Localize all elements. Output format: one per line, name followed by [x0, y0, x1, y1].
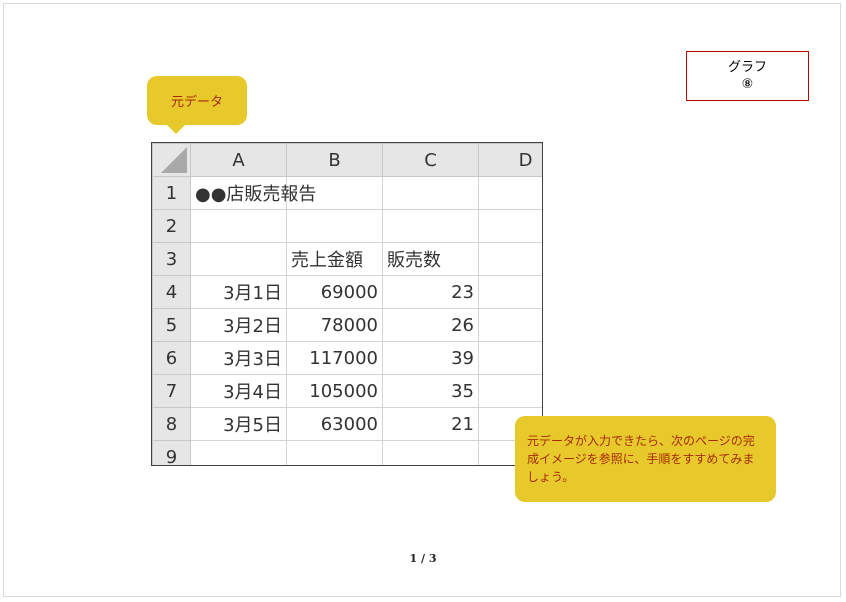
column-header-row: A B C D [152, 143, 542, 177]
table-row: 5 3月2日 78000 26 [152, 308, 542, 342]
cell-d3 [478, 242, 542, 276]
cell-b2 [286, 209, 383, 243]
cell-a1: ●●店販売報告 [190, 176, 316, 210]
table-row: 7 3月4日 105000 35 [152, 374, 542, 408]
cell-b6: 117000 [286, 341, 383, 375]
cell-a9 [190, 440, 287, 465]
title-line2: ⑧ [741, 77, 754, 92]
cell-b3: 売上金額 [286, 242, 383, 276]
cell-d2 [478, 209, 542, 243]
table-row: 8 3月5日 63000 21 [152, 407, 542, 441]
row-header: 8 [152, 407, 191, 441]
table-row: 1 ●●店販売報告 [152, 176, 542, 210]
cell-c8: 21 [382, 407, 479, 441]
cell-c3: 販売数 [382, 242, 479, 276]
title-box: グラフ ⑧ [686, 51, 809, 101]
cell-d7 [478, 374, 542, 408]
row-header: 5 [152, 308, 191, 342]
cell-a7: 3月4日 [190, 374, 287, 408]
page-number: 1 / 3 [409, 552, 437, 565]
cell-b5: 78000 [286, 308, 383, 342]
cell-d5 [478, 308, 542, 342]
row-header: 3 [152, 242, 191, 276]
cell-c4: 23 [382, 275, 479, 309]
cell-c7: 35 [382, 374, 479, 408]
select-all-corner [152, 143, 191, 177]
cell-c2 [382, 209, 479, 243]
table-row: 2 [152, 209, 542, 243]
row-header: 9 [152, 440, 191, 465]
cell-a2 [190, 209, 287, 243]
cell-b7: 105000 [286, 374, 383, 408]
cell-d4 [478, 275, 542, 309]
cell-a5: 3月2日 [190, 308, 287, 342]
cell-b4: 69000 [286, 275, 383, 309]
cell-a6: 3月3日 [190, 341, 287, 375]
callout-source-data: 元データ [147, 76, 247, 134]
row-header: 1 [152, 176, 191, 210]
cell-b9 [286, 440, 383, 465]
cell-a3 [190, 242, 287, 276]
column-header-b: B [286, 143, 383, 177]
row-header: 2 [152, 209, 191, 243]
row-header: 6 [152, 341, 191, 375]
cell-c1 [382, 176, 479, 210]
cell-a4: 3月1日 [190, 275, 287, 309]
table-row: 3 売上金額 販売数 [152, 242, 542, 276]
table-row: 6 3月3日 117000 39 [152, 341, 542, 375]
spreadsheet-grid: A B C D 1 ●●店販売報告 2 3 売上金額 販売数 4 3月1日 69… [152, 143, 542, 465]
column-header-a: A [190, 143, 287, 177]
table-row: 4 3月1日 69000 23 [152, 275, 542, 309]
cell-c9 [382, 440, 479, 465]
cell-d1 [478, 176, 542, 210]
spreadsheet-image: A B C D 1 ●●店販売報告 2 3 売上金額 販売数 4 3月1日 69… [151, 142, 543, 466]
column-header-d: D [478, 143, 542, 177]
table-row: 9 [152, 440, 542, 465]
cell-d6 [478, 341, 542, 375]
callout-instructions: 元データが入力できたら、次のページの完成イメージを参照に、手順をすすめてみましょ… [515, 416, 776, 502]
cell-a8: 3月5日 [190, 407, 287, 441]
row-header: 4 [152, 275, 191, 309]
row-header: 7 [152, 374, 191, 408]
cell-c5: 26 [382, 308, 479, 342]
callout-instructions-text: 元データが入力できたら、次のページの完成イメージを参照に、手順をすすめてみましょ… [527, 434, 755, 484]
callout-source-data-label: 元データ [170, 95, 223, 110]
title-line1: グラフ [727, 60, 767, 75]
column-header-c: C [382, 143, 479, 177]
cell-b8: 63000 [286, 407, 383, 441]
cell-c6: 39 [382, 341, 479, 375]
